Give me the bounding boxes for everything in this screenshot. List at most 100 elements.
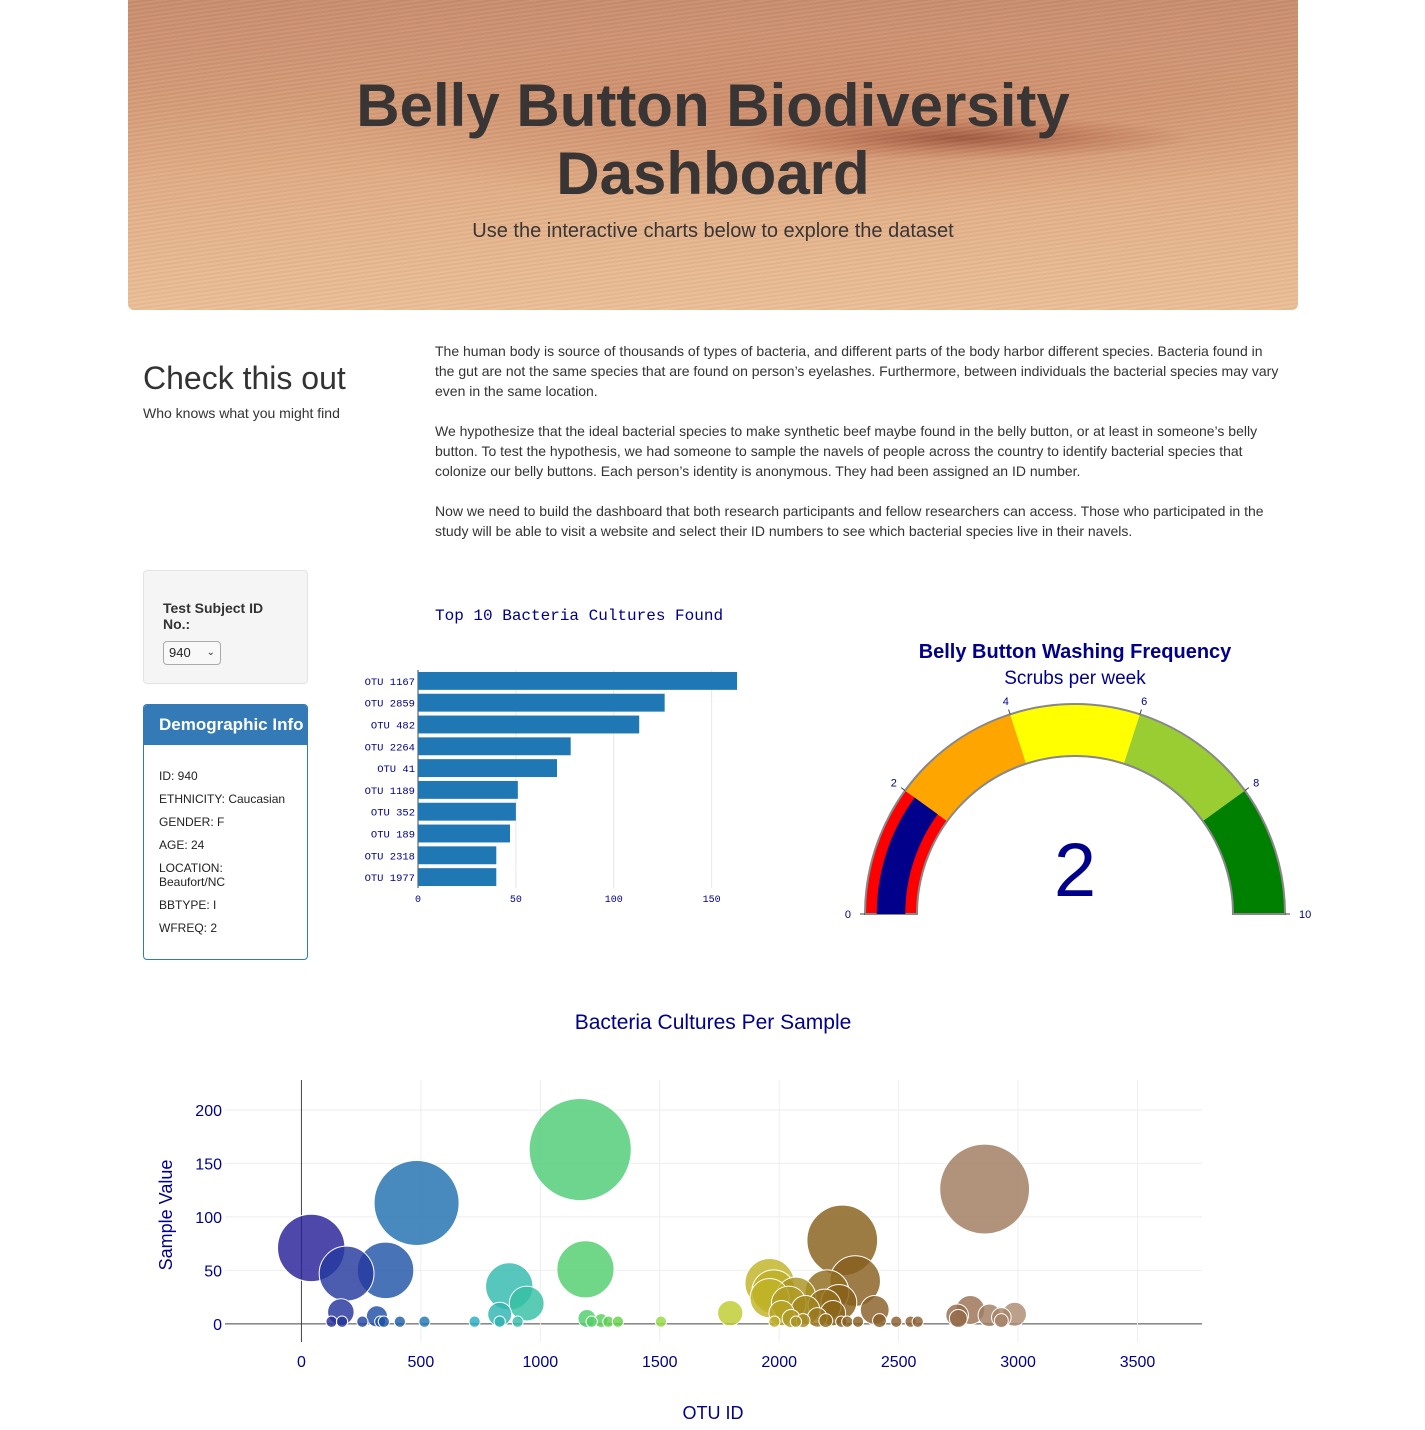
bubble-chart-title: Bacteria Cultures Per Sample — [575, 1011, 852, 1034]
bubble-y-tick-label: 200 — [195, 1103, 222, 1120]
bubble-point — [508, 1285, 545, 1322]
bar — [418, 715, 640, 734]
chevron-down-icon: ⌄ — [206, 647, 215, 658]
bubble-x-tick-label: 1500 — [642, 1354, 678, 1371]
gauge-chart: Belly Button Washing Frequency Scrubs per… — [845, 641, 1311, 921]
gauge-value-label: 2 — [1054, 828, 1096, 913]
bar-category-label: OTU 2264 — [365, 742, 415, 754]
gauge-subtitle: Scrubs per week — [1004, 668, 1146, 689]
bubble-point — [585, 1315, 598, 1328]
gauge-tick-label: 4 — [1003, 696, 1009, 708]
bubble-point — [528, 1097, 632, 1202]
demographic-item: ETHNICITY: Caucasian — [159, 792, 286, 806]
bubble-point — [377, 1315, 391, 1328]
bar-x-tick-label: 0 — [415, 895, 421, 906]
bubble-x-tick-label: 2000 — [761, 1354, 797, 1371]
bar-category-label: OTU 2318 — [365, 851, 415, 863]
bubble-y-tick-label: 50 — [204, 1263, 222, 1280]
gauge-tick-label: 10 — [1299, 909, 1311, 921]
demographic-info-title: Demographic Info — [144, 705, 307, 745]
gauge-tick-label: 6 — [1141, 696, 1147, 708]
bubble-point — [948, 1309, 968, 1328]
subject-id-select[interactable]: 940 ⌄ — [163, 641, 221, 665]
bubble-point — [890, 1315, 903, 1328]
demographic-info-panel: Demographic Info ID: 940 ETHNICITY: Cauc… — [143, 704, 308, 960]
bubble-point — [872, 1313, 887, 1329]
bar — [418, 868, 497, 887]
bubble-point — [468, 1315, 481, 1328]
intro-paragraph-1: The human body is source of thousands of… — [435, 343, 1279, 399]
gauge-tick-label: 2 — [891, 777, 897, 789]
bubble-point — [373, 1159, 460, 1247]
bubble-point — [325, 1315, 338, 1328]
section-subheading: Who knows what you might find — [143, 405, 340, 421]
bubble-point — [717, 1299, 744, 1327]
bar-category-label: OTU 1189 — [365, 786, 415, 798]
bubble-y-tick-label: 150 — [195, 1156, 222, 1173]
demographic-item: BBTYPE: I — [159, 898, 217, 912]
bar — [418, 759, 557, 778]
section-heading: Check this out — [143, 360, 346, 396]
gauge-tick-label: 8 — [1253, 777, 1259, 789]
bubble-point — [993, 1313, 1009, 1329]
bubble-point — [768, 1315, 781, 1328]
subject-id-label: Test Subject ID No.: — [163, 600, 264, 632]
bar — [418, 780, 518, 799]
bubble-point — [851, 1315, 865, 1328]
subject-selector-panel: Test Subject ID No.: 940 ⌄ — [143, 570, 308, 684]
bar-category-label: OTU 1977 — [365, 873, 415, 885]
bar — [418, 671, 738, 690]
bubble-point — [841, 1315, 854, 1328]
bubble-x-tick-label: 3000 — [1000, 1354, 1036, 1371]
bubble-x-tick-label: 500 — [408, 1354, 435, 1371]
bar-category-label: OTU 41 — [377, 764, 415, 776]
page-title-line-2: Dashboard — [556, 140, 870, 207]
demographic-item: GENDER: F — [159, 815, 225, 829]
bar-category-label: OTU 2859 — [365, 699, 415, 711]
bar-x-tick-label: 150 — [703, 895, 721, 906]
bar-category-label: OTU 1167 — [365, 677, 415, 689]
bar — [418, 737, 571, 756]
gauge-tick-label: 0 — [845, 909, 851, 921]
bubble-y-axis-label: Sample Value — [156, 1160, 176, 1271]
bar-chart: Top 10 Bacteria Cultures Found 0 50 100 150 O… — [365, 607, 738, 906]
bar — [418, 824, 511, 843]
bubble-chart: Bacteria Cultures Per Sample 0 50 100 150 200… — [156, 1011, 1202, 1423]
bubble-point — [654, 1315, 668, 1328]
bubble-y-tick-label: 0 — [213, 1317, 222, 1334]
bubble-x-tick-label: 1000 — [523, 1354, 559, 1371]
bubble-point — [418, 1315, 431, 1328]
intro-paragraph-2: We hypothesize that the ideal bacterial … — [435, 423, 1258, 479]
bubble-point — [356, 1315, 369, 1328]
bar-category-label: OTU 352 — [371, 808, 415, 820]
demographic-item: AGE: 24 — [159, 838, 205, 852]
bubble-x-axis-label: OTU ID — [683, 1403, 744, 1423]
bubble-point — [335, 1315, 349, 1328]
intro-paragraph-3: Now we need to build the dashboard that … — [435, 503, 1264, 539]
bar-category-label: OTU 482 — [371, 721, 415, 733]
page-subtitle: Use the interactive charts below to expl… — [472, 220, 954, 242]
bar-chart-title: Top 10 Bacteria Cultures Found — [435, 607, 723, 625]
bar — [418, 802, 516, 821]
bar-category-label: OTU 189 — [371, 830, 415, 842]
bubble-point — [939, 1143, 1031, 1235]
demographic-list: ID: 940 ETHNICITY: Caucasian GENDER: F A… — [159, 769, 304, 944]
bubble-x-tick-label: 2500 — [881, 1354, 917, 1371]
bubble-point — [611, 1315, 625, 1328]
bubble-y-tick-label: 100 — [195, 1210, 222, 1227]
bubble-point — [789, 1315, 803, 1328]
bubble-point — [511, 1315, 524, 1328]
gauge-tick — [1244, 787, 1250, 791]
page-title-line-1: Belly Button Biodiversity — [356, 72, 1070, 139]
bubble-point — [493, 1315, 506, 1328]
demographic-item: WFREQ: 2 — [159, 921, 218, 935]
subject-id-selected-value: 940 — [169, 645, 191, 660]
gauge-tick — [900, 787, 906, 791]
bar — [418, 693, 665, 712]
demographic-item: ID: 940 — [159, 769, 198, 783]
bar-x-tick-label: 100 — [605, 895, 623, 906]
hero-banner: Belly Button Biodiversity Dashboard Use … — [128, 0, 1298, 310]
bubble-point — [911, 1315, 924, 1328]
page-title: Belly Button Biodiversity Dashboard — [128, 72, 1298, 208]
bar-x-tick-label: 50 — [510, 895, 522, 906]
